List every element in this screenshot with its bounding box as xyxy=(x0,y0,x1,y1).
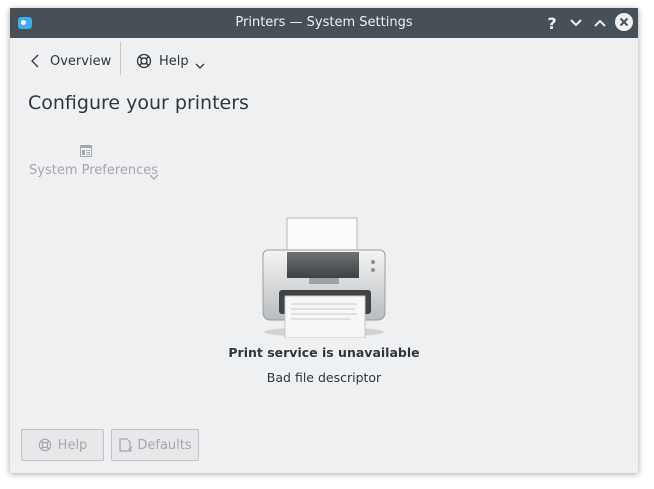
page-title: Configure your printers xyxy=(28,92,249,114)
help-button-label: Help xyxy=(57,437,88,453)
printer-icon xyxy=(262,217,386,338)
title-bar: Printers — System Settings ? xyxy=(10,8,638,38)
settings-window: Printers — System Settings ? Overview He… xyxy=(10,8,638,473)
defaults-button-label: Defaults xyxy=(137,437,192,453)
help-menu-button[interactable]: Help xyxy=(136,38,206,84)
minimize-icon[interactable] xyxy=(566,13,586,33)
help-button[interactable]: Help xyxy=(21,429,104,461)
maximize-icon[interactable] xyxy=(590,13,610,33)
system-preferences-label: System Preferences xyxy=(29,163,159,178)
close-icon[interactable] xyxy=(615,13,633,31)
defaults-button[interactable]: Defaults xyxy=(111,429,199,461)
chevron-left-icon xyxy=(31,54,39,68)
preferences-icon xyxy=(80,145,92,157)
chevron-down-icon xyxy=(195,63,205,69)
overview-button[interactable]: Overview xyxy=(28,38,111,84)
toolbar-separator xyxy=(120,42,121,75)
lifebuoy-icon xyxy=(38,438,51,452)
status-message: Bad file descriptor xyxy=(266,370,382,385)
status-title: Print service is unavailable xyxy=(228,345,420,360)
toolbar: Overview Help xyxy=(10,38,638,84)
document-revert-icon xyxy=(119,438,133,452)
chevron-down-icon xyxy=(149,174,159,180)
help-label: Help xyxy=(159,53,189,69)
help-icon[interactable]: ? xyxy=(542,13,562,33)
lifebuoy-icon xyxy=(136,53,152,69)
overview-label: Overview xyxy=(50,53,112,69)
system-preferences-menu[interactable]: System Preferences xyxy=(28,142,168,186)
